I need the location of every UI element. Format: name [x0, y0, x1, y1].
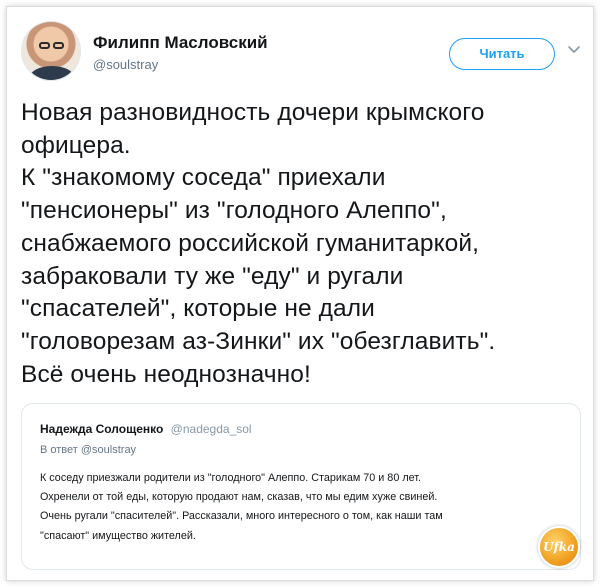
avatar-glasses-left — [39, 42, 50, 49]
tweet-header: Филипп Масловский @soulstray Читать — [21, 21, 581, 81]
avatar-glasses-right — [53, 42, 64, 49]
avatar-shirt — [30, 66, 74, 80]
watermark-logo: Ufka — [538, 526, 580, 568]
quoted-author-name: Надежда Солощенко — [40, 422, 164, 436]
quoted-tweet[interactable]: Надежда Солощенко @nadegda_sol В ответ @… — [21, 403, 581, 570]
author-name[interactable]: Филипп Масловский — [93, 33, 268, 53]
reply-to-label[interactable]: В ответ @soulstray — [40, 444, 136, 456]
follow-button[interactable]: Читать — [449, 38, 555, 70]
author-handle[interactable]: @soulstray — [93, 57, 158, 72]
tweet-text: Новая разновидность дочери крымского офи… — [21, 99, 496, 388]
chevron-down-icon[interactable] — [567, 43, 581, 57]
quoted-tweet-text: К соседу приезжали родители из "голодног… — [40, 472, 443, 542]
tweet-card: Филипп Масловский @soulstray Читать Нова… — [6, 6, 594, 581]
quoted-author-handle: @nadegda_sol — [170, 422, 252, 436]
quoted-tweet-header: Надежда Солощенко @nadegda_sol — [40, 422, 252, 436]
avatar[interactable] — [21, 21, 81, 81]
